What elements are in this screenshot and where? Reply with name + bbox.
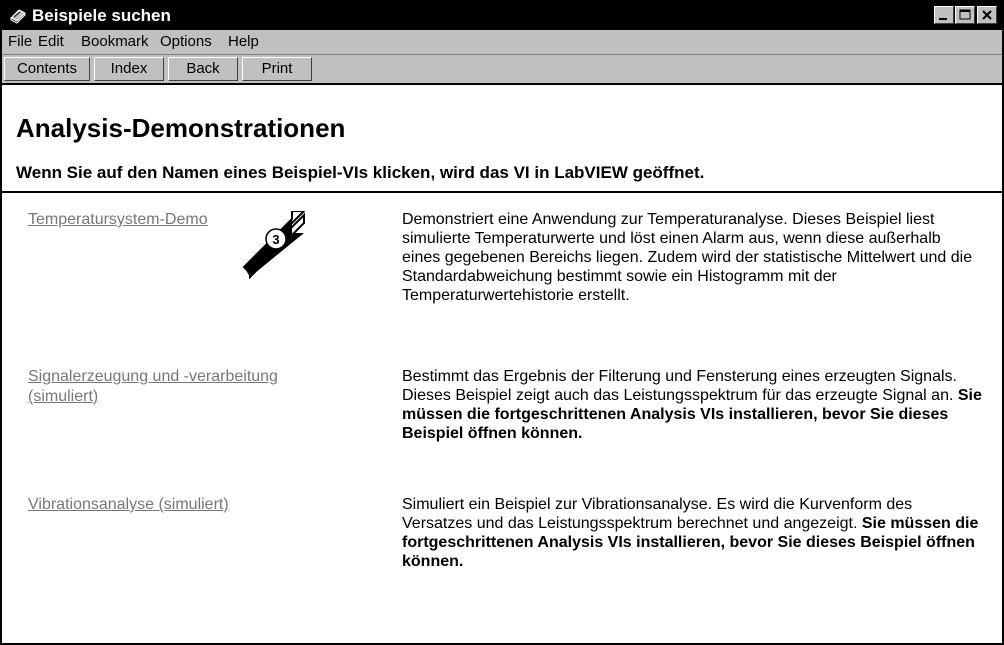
menu-edit[interactable]: Edit [38,33,64,51]
page-title: Analysis-Demonstrationen [16,113,346,143]
print-button[interactable]: Print [242,57,312,81]
callout-marker: 3 [242,211,306,280]
help-window: Beispiele suchen File Edit Bookmark Opti… [0,0,1004,645]
description-text: Demonstriert eine Anwendung zur Temperat… [402,211,973,304]
back-button[interactable]: Back [168,57,238,81]
description-vibrationsanalyse: Simuliert ein Beispiel zur Vibrationsana… [402,495,982,571]
header-divider [2,191,1002,193]
maximize-icon [959,9,971,20]
page-subtitle: Wenn Sie auf den Namen eines Beispiel-VI… [16,163,705,182]
callout-number: 3 [272,232,279,247]
book-icon [10,9,26,24]
maximize-button[interactable] [955,6,975,24]
link-vibrationsanalyse[interactable]: Vibrationsanalyse (simuliert) [28,495,229,515]
description-temperatursystem: Demonstriert eine Anwendung zur Temperat… [402,210,982,305]
description-signalerzeugung: Bestimmt das Ergebnis der Filterung und … [402,367,982,443]
minimize-button[interactable] [934,6,954,24]
menu-bookmark[interactable]: Bookmark [81,33,149,51]
link-temperatursystem-demo[interactable]: Temperatursystem-Demo [28,210,208,230]
close-icon [982,10,992,20]
title-bar: Beispiele suchen [2,2,1002,30]
help-content: Analysis-Demonstrationen Wenn Sie auf de… [2,85,1002,643]
link-signalerzeugung[interactable]: Signalerzeugung und -verarbeitung (simul… [28,367,348,407]
menu-bar: File Edit Bookmark Options Help [2,30,1002,55]
menu-help[interactable]: Help [228,33,259,51]
description-text: Simuliert ein Beispiel zur Vibrationsana… [402,496,913,532]
menu-file[interactable]: File [8,33,32,51]
window-title: Beispiele suchen [32,6,171,25]
contents-button[interactable]: Contents [4,57,90,81]
button-bar: Contents Index Back Print [2,55,1002,85]
index-button[interactable]: Index [94,57,164,81]
menu-options[interactable]: Options [160,33,212,51]
minimize-icon [939,18,947,20]
close-button[interactable] [977,6,997,24]
description-text: Bestimmt das Ergebnis der Filterung und … [402,368,957,404]
